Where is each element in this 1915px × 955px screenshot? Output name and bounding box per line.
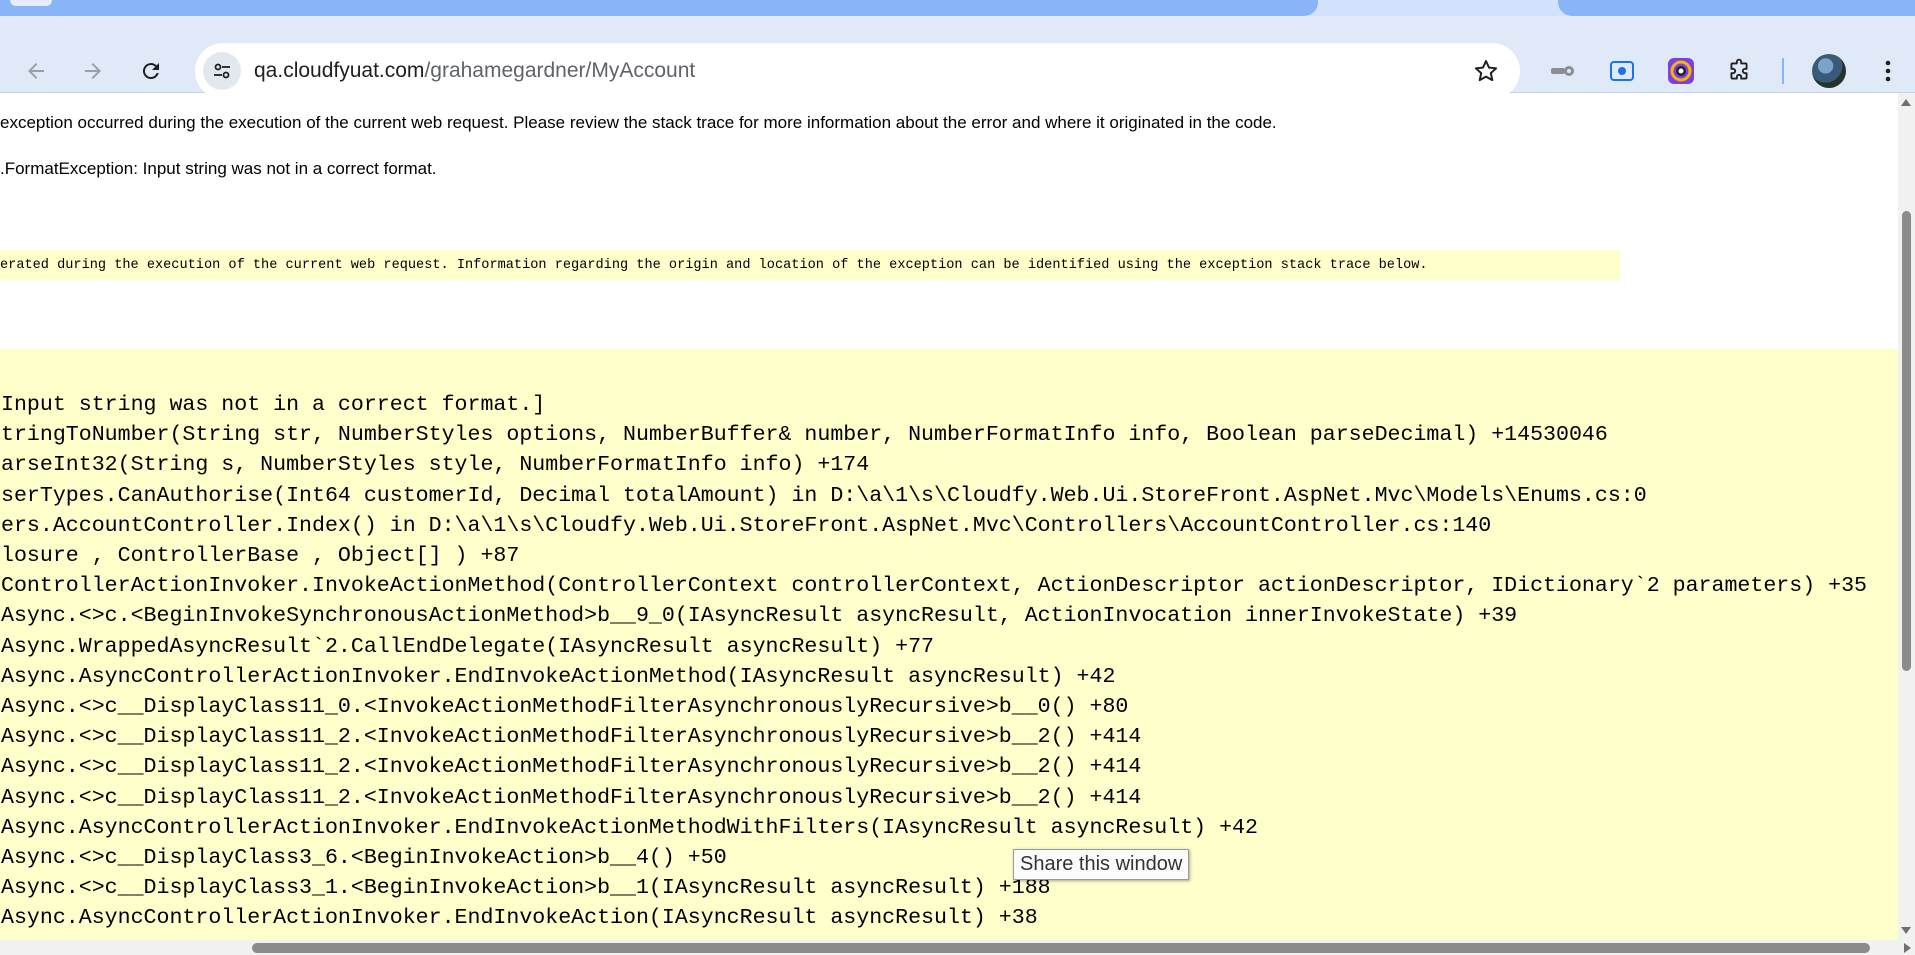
back-button[interactable] [16,51,56,91]
url-text[interactable]: qa.cloudfyuat.com/grahamegardner/MyAccou… [254,59,695,83]
stack-trace-line: Async.AsyncControllerActionInvoker.EndIn… [1,906,1038,931]
toolbar-separator [1782,58,1784,84]
stack-trace-line: tringToNumber(String str, NumberStyles o… [1,423,1608,448]
inactive-tab[interactable] [1558,0,1915,16]
stack-trace-line: ers.AccountController.Index() in D:\a\1\… [1,513,1492,538]
browser-menu-button[interactable] [1870,53,1906,89]
error-description: exception occurred during the execution … [0,113,1277,132]
stack-trace-line: Input string was not in a correct format… [1,393,546,417]
stack-trace-line: arseInt32(String s, NumberStyles style, … [1,453,870,478]
star-icon [1474,60,1498,82]
error-page: exception occurred during the execution … [0,93,1898,940]
vertical-scroll-thumb[interactable] [1902,211,1911,671]
extension-key-button[interactable] [1545,53,1581,89]
color-wheel-icon [1668,58,1694,84]
stack-trace-line: ControllerActionInvoker.InvokeActionMeth… [1,574,1868,599]
stack-trace-line: Async.<>c__DisplayClass11_0.<InvokeActio… [1,695,1129,719]
stack-trace-line: serTypes.CanAuthorise(Int64 customerId, … [1,483,1647,508]
scroll-up-icon[interactable] [1901,99,1911,106]
arrow-right-icon [85,63,101,79]
arrow-left-icon [28,63,44,79]
stack-trace-line: Async.<>c.<BeginInvokeSynchronousActionM… [1,604,1518,629]
source-error-text: erated during the execution of the curre… [0,258,1428,273]
stack-trace-line: Async.AsyncControllerActionInvoker.EndIn… [1,815,1258,840]
reload-icon [142,63,159,80]
tune-icon [214,63,230,79]
stack-trace-line: Async.AsyncControllerActionInvoker.EndIn… [1,664,1116,689]
stack-trace-line: Async.<>c__DisplayClass11_2.<InvokeActio… [1,725,1142,750]
vertical-scrollbar[interactable] [1898,93,1915,940]
extensions-menu-button[interactable] [1721,53,1757,89]
key-icon [1551,66,1574,76]
url-host: qa.cloudfyuat.com [254,59,425,82]
url-path: /grahamegardner/MyAccount [424,59,696,82]
extension-color-button[interactable] [1663,53,1699,89]
share-window-tooltip: Share this window [1013,849,1190,880]
reload-button[interactable] [131,51,171,91]
stack-trace-line: Async.WrappedAsyncResult`2.CallEndDelega… [1,634,935,659]
horizontal-scroll-thumb[interactable] [252,943,1870,953]
stack-trace-line: Async.<>c__DisplayClass3_1.<BeginInvokeA… [1,876,1051,901]
stack-trace-line: Async.<>c__DisplayClass11_2.<InvokeActio… [1,755,1142,780]
bookmark-button[interactable] [1472,57,1500,90]
stack-trace-line: losure , ControllerBase , Object[] ) +87 [1,544,520,568]
horizontal-scrollbar[interactable] [0,940,1915,955]
scroll-down-icon[interactable] [1901,927,1911,934]
active-tab[interactable] [0,0,1318,16]
more-vert-icon [1885,60,1891,82]
tab-stub[interactable] [10,0,52,6]
browser-toolbar: qa.cloudfyuat.com/grahamegardner/MyAccou… [0,16,1915,99]
stack-trace-line: Async.<>c__DisplayClass11_2.<InvokeActio… [1,785,1142,810]
site-info-button[interactable] [203,52,241,90]
puzzle-icon [1730,58,1748,80]
scroll-right-icon[interactable] [1904,943,1911,953]
extension-record-button[interactable] [1604,53,1640,89]
exception-details: .FormatException: Input string was not i… [0,159,437,178]
forward-button[interactable] [73,51,113,91]
address-bar[interactable]: qa.cloudfyuat.com/grahamegardner/MyAccou… [195,43,1520,99]
stack-trace-line: Async.<>c__DisplayClass3_6.<BeginInvokeA… [1,846,727,870]
screen-record-icon [1610,61,1634,81]
source-error-box: erated during the execution of the curre… [0,250,1620,280]
stack-trace-box: Input string was not in a correct format… [0,349,1898,940]
profile-avatar[interactable] [1812,54,1846,88]
